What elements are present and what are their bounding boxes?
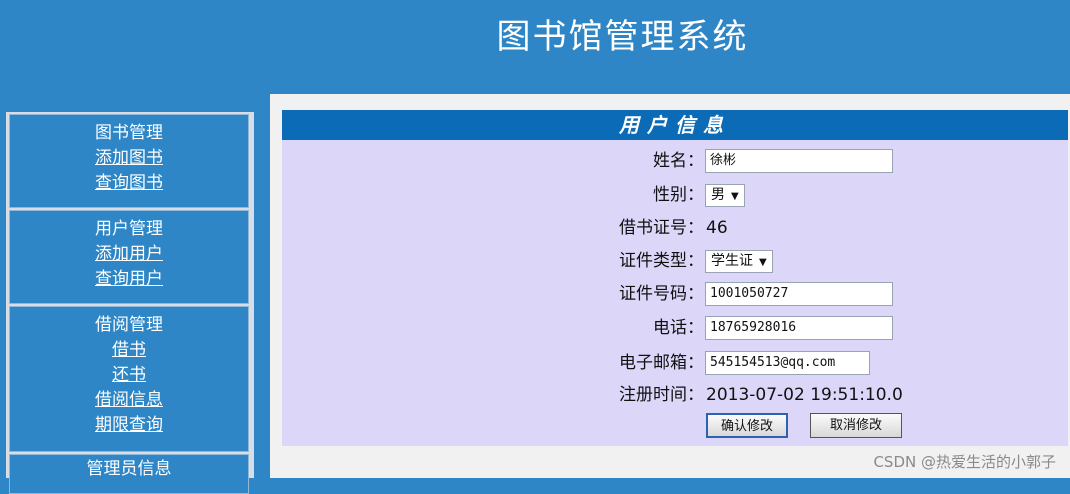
card-label: 借书证号：: [619, 218, 704, 238]
id-number-field[interactable]: 1001050727: [705, 282, 893, 306]
chevron-down-icon: ▼: [759, 257, 767, 268]
menu-link-borrow[interactable]: 借书: [10, 338, 248, 363]
row-email: 电子邮箱： 545154513@qq.com: [282, 348, 1068, 378]
cancel-button[interactable]: 取消修改: [810, 413, 902, 438]
row-phone: 电话： 18765928016: [282, 313, 1068, 343]
app-title: 图书馆管理系统: [496, 17, 749, 57]
menu-link-borrow-info[interactable]: 借阅信息: [10, 388, 248, 413]
row-card: 借书证号： 46: [282, 213, 1068, 243]
confirm-button[interactable]: 确认修改: [706, 413, 788, 438]
phone-field[interactable]: 18765928016: [705, 316, 893, 340]
row-reg-time: 注册时间： 2013-07-02 19:51:10.0: [282, 380, 1068, 410]
row-gender: 性别： 男 ▼: [282, 180, 1068, 210]
name-label: 姓名：: [653, 151, 704, 171]
reg-time-label: 注册时间：: [619, 385, 704, 405]
row-id-type: 证件类型： 学生证 ▼: [282, 246, 1068, 276]
menu-link-due-query[interactable]: 期限查询: [10, 413, 248, 438]
reg-time-value: 2013-07-02 19:51:10.0: [706, 385, 903, 405]
phone-label: 电话：: [653, 318, 704, 338]
card-number: 46: [706, 218, 728, 238]
user-info-panel: 用户信息 姓名： 徐彬 性别： 男 ▼ 借书证号： 46 证件类型： 学生证 ▼ 证…: [282, 110, 1068, 446]
menu-link-add-book[interactable]: 添加图书: [10, 146, 248, 171]
menu-group-users: 用户管理 添加用户 查询用户: [9, 210, 249, 304]
row-id-number: 证件号码： 1001050727: [282, 279, 1068, 309]
menu-group-title: 管理员信息: [86, 459, 172, 479]
email-label: 电子邮箱：: [619, 353, 704, 373]
menu-group-admin: 管理员信息: [9, 454, 249, 494]
content-area: 用户信息 姓名： 徐彬 性别： 男 ▼ 借书证号： 46 证件类型： 学生证 ▼ 证…: [270, 94, 1070, 478]
menu-link-add-user[interactable]: 添加用户: [10, 242, 248, 267]
name-field[interactable]: 徐彬: [705, 149, 893, 173]
email-field[interactable]: 545154513@qq.com: [705, 351, 870, 375]
menu-group-borrow: 借阅管理 借书 还书 借阅信息 期限查询: [9, 306, 249, 452]
header-bar: 图书馆管理系统: [0, 0, 1070, 88]
row-name: 姓名： 徐彬: [282, 146, 1068, 176]
gender-value: 男: [711, 187, 725, 203]
watermark: CSDN @热爱生活的小郭子: [873, 453, 1056, 471]
menu-link-search-book[interactable]: 查询图书: [10, 171, 248, 196]
menu-group-title: 借阅管理: [95, 315, 163, 335]
chevron-down-icon: ▼: [731, 191, 739, 202]
menu-group-books: 图书管理 添加图书 查询图书: [9, 114, 249, 208]
panel-heading: 用户信息: [282, 110, 1068, 140]
menu-link-search-user[interactable]: 查询用户: [10, 267, 248, 292]
gender-select[interactable]: 男 ▼: [705, 184, 745, 207]
menu-group-title: 图书管理: [95, 123, 163, 143]
gender-label: 性别：: [653, 185, 704, 205]
id-type-label: 证件类型：: [619, 251, 704, 271]
menu-link-return[interactable]: 还书: [10, 363, 248, 388]
id-type-select[interactable]: 学生证 ▼: [705, 250, 773, 273]
menu-group-title: 用户管理: [95, 219, 163, 239]
id-type-value: 学生证: [711, 253, 753, 269]
row-actions: 确认修改 取消修改: [282, 410, 1068, 440]
id-number-label: 证件号码：: [619, 284, 704, 304]
sidebar: 图书管理 添加图书 查询图书 用户管理 添加用户 查询用户 借阅管理 借书 还书…: [6, 112, 254, 494]
